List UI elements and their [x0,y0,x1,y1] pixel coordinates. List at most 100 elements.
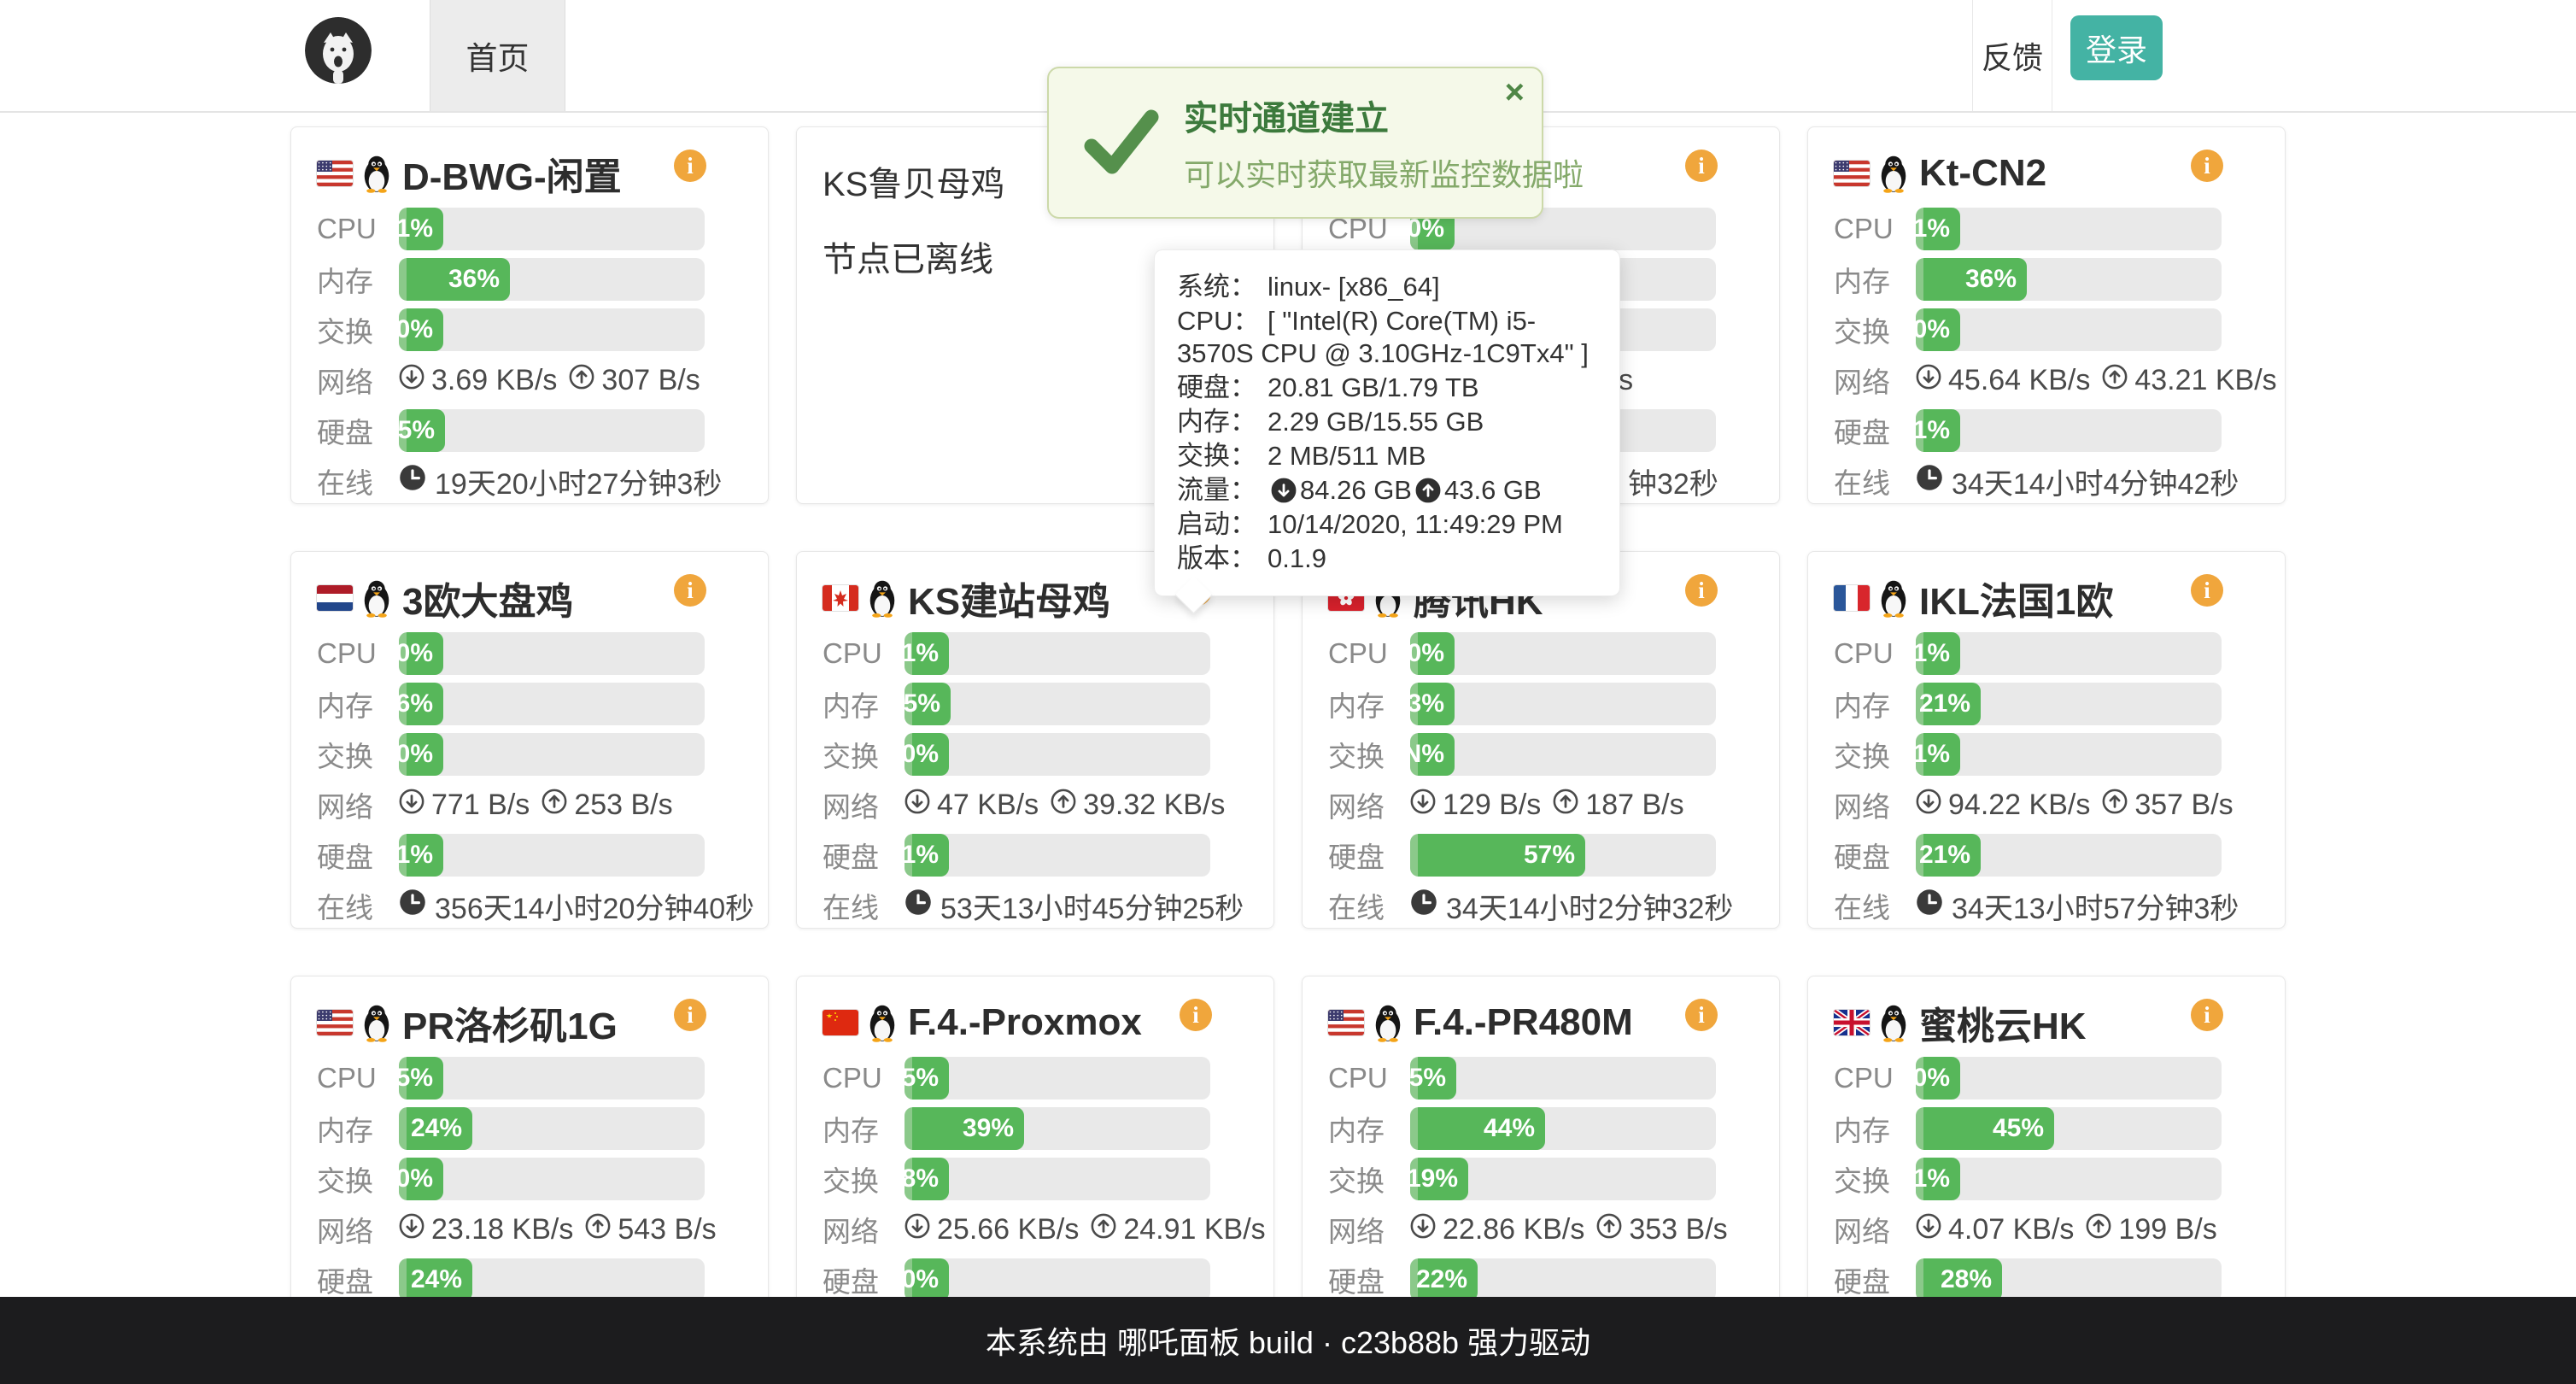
nav-tab-home[interactable]: 首页 [430,0,565,111]
linux-tux-icon [361,578,392,618]
usage-bar-fill: 15% [905,683,951,725]
stat-label-net: 网络 [823,1209,905,1250]
stat-label-mem: 内存 [1328,683,1410,724]
usage-percent-label: 22% [1416,1265,1467,1294]
stat-row-swap: 交换0% [317,1158,705,1200]
info-icon[interactable]: i [2191,150,2223,182]
info-icon[interactable]: i [2191,999,2223,1031]
usage-percent-label: 45% [1993,1114,2044,1143]
stat-label-cpu: CPU [1834,637,1916,670]
online-value: 34天13小时57分钟3秒 [1916,885,2239,927]
login-button[interactable]: 登录 [2070,15,2163,80]
usage-bar-fill: 44% [1410,1107,1545,1150]
tooltip-row: 流量： 84.26 GB 43.6 GB [1177,474,1597,507]
network-download-value: 47 KB/s [937,789,1039,822]
stat-label-online: 在线 [1834,885,1916,926]
stat-row-disk: 硬盘22% [1328,1258,1716,1301]
nav-link-feedback[interactable]: 反馈 [1972,0,2052,111]
check-icon [1081,103,1160,182]
info-icon[interactable]: i [1180,999,1212,1031]
network-values: 3.69 KB/s 307 B/s [399,364,705,397]
info-icon[interactable]: i [674,999,706,1031]
stat-row-swap: 交换19% [1328,1158,1716,1200]
stat-row-online: 在线 19天20小时27分钟3秒 [317,460,705,502]
usage-percent-label: 0% [396,315,433,344]
server-card: i Kt-CN2CPU1%内存36%交换0%网络 45.64 KB/s 43.2… [1807,126,2286,504]
usage-bar-fill: 21% [1916,683,1981,725]
stat-label-net: 网络 [1834,1209,1916,1250]
tooltip-row-value: 0.1.9 [1268,543,1326,573]
arrow-down-circle-icon [1916,1213,1941,1246]
info-icon[interactable]: i [674,150,706,182]
arrow-up-circle-icon [585,1213,611,1246]
network-download-value: 129 B/s [1443,789,1541,822]
usage-bar-fill: 39% [905,1107,1024,1150]
tooltip-row-value: 10/14/2020, 11:49:29 PM [1268,509,1563,539]
stat-row-cpu: CPU0% [1328,632,1716,675]
stat-row-net: 网络 4.07 KB/s 199 B/s [1834,1208,2222,1251]
close-icon[interactable]: × [1505,75,1525,109]
stat-label-cpu: CPU [823,1062,905,1094]
usage-percent-label: 10% [887,1265,939,1294]
usage-percent-label: 21% [1919,689,1970,718]
server-card: i IKL法国1欧CPU1%内存21%交换1%网络 94.22 KB/s 357… [1807,551,2286,929]
usage-percent-label: 0% [1913,1064,1950,1093]
site-logo-avatar[interactable] [305,17,372,84]
online-value: 34天14小时4分钟42秒 [1916,460,2239,502]
stat-label-mem: 内存 [1328,1108,1410,1149]
server-name: KS建站母鸡 [908,571,1110,625]
stat-row-disk: 硬盘10% [823,1258,1210,1301]
server-name: IKL法国1欧 [1919,571,2113,625]
linux-tux-icon [1878,578,1909,618]
stat-row-disk: 硬盘1% [317,834,705,877]
stat-row-cpu: CPU1% [1834,208,2222,250]
linux-tux-icon [361,1003,392,1042]
clock-icon [399,464,426,499]
stat-row-online: 在线 34天14小时2分钟32秒 [1328,884,1716,927]
info-icon[interactable]: i [674,574,706,607]
info-icon[interactable]: i [1685,999,1718,1031]
usage-bar-fill: 0% [399,308,443,351]
info-icon[interactable]: i [1685,150,1718,182]
usage-bar-fill: 57% [1410,834,1585,877]
stat-label-cpu: CPU [1328,637,1410,670]
offline-status-text: 节点已离线 [823,232,1210,281]
usage-percent-label: 8% [902,1164,939,1193]
tooltip-row-label: 流量： [1177,474,1268,507]
info-icon[interactable]: i [1685,574,1718,607]
network-download-value: 22.86 KB/s [1443,1213,1584,1246]
network-download-value: 94.22 KB/s [1948,789,2090,822]
usage-bar-track: 24% [399,1258,705,1301]
stat-row-net: 网络 94.22 KB/s 357 B/s [1834,783,2222,826]
stat-row-cpu: CPU1% [823,632,1210,675]
usage-bar-track: 1% [905,834,1210,877]
online-value: 356天14小时20分钟40秒 [399,885,754,927]
usage-bar-fill: 6% [399,683,443,725]
usage-bar-fill: 0% [1916,1057,1960,1100]
stat-label-cpu: CPU [823,637,905,670]
stat-row-disk: 硬盘57% [1328,834,1716,877]
stat-row-cpu: CPU1% [1834,632,2222,675]
stat-row-swap: 交换0% [1834,308,2222,351]
usage-percent-label: 0% [1408,639,1444,668]
usage-bar-fill: 24% [399,1258,472,1301]
arrow-down-circle-icon [1916,789,1941,822]
usage-percent-label: 1% [1913,639,1950,668]
clock-icon [1916,464,1943,499]
arrow-up-circle-icon [1091,1213,1116,1246]
arrow-down-circle-icon [905,1213,930,1246]
linux-tux-icon [1878,1003,1909,1042]
usage-bar-fill: 36% [1916,258,2027,301]
country-flag-nl [317,585,353,611]
stat-label-online: 在线 [1834,460,1916,501]
usage-percent-label: 24% [411,1265,462,1294]
arrow-down-circle-icon [1410,1213,1436,1246]
info-icon[interactable]: i [2191,574,2223,607]
usage-bar-track: 39% [905,1107,1210,1150]
usage-bar-fill: N% [1410,733,1455,776]
usage-bar-track: 44% [1410,1107,1716,1150]
stat-row-mem: 内存6% [317,683,705,725]
usage-percent-label: 5% [396,1064,433,1093]
usage-bar-fill: 19% [1410,1158,1468,1200]
usage-bar-track: 0% [399,632,705,675]
